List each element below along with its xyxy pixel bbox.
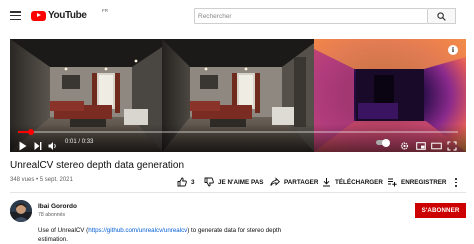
next-icon [34, 142, 42, 150]
like-button[interactable]: 3 [177, 177, 195, 187]
more-actions-icon[interactable] [455, 178, 458, 187]
fullscreen-button[interactable] [447, 138, 457, 151]
share-button[interactable]: PARTAGER [270, 177, 318, 187]
download-icon [323, 178, 330, 187]
miniplayer-icon [416, 142, 426, 150]
save-button[interactable]: ENREGISTRER [387, 177, 446, 187]
download-button[interactable]: TÉLÉCHARGER [322, 177, 383, 187]
video-title: UnrealCV stereo depth data generation [10, 160, 185, 171]
country-code: FR [102, 8, 108, 13]
youtube-logo-icon [31, 10, 46, 21]
time-total: 0:33 [81, 139, 94, 145]
volume-button[interactable] [48, 138, 58, 150]
add-to-playlist-icon [388, 178, 397, 187]
menu-icon[interactable] [10, 11, 21, 20]
volume-icon [48, 142, 56, 150]
info-icon[interactable]: i [448, 45, 458, 55]
logo-text: YouTube [48, 10, 87, 21]
divider [10, 192, 466, 193]
share-label: PARTAGER [284, 178, 319, 186]
video-meta: 348 vues • 5 sept. 2021 [10, 177, 73, 183]
subscribe-button[interactable]: S'ABONNER [415, 203, 466, 218]
subscriber-count: 78 abonnés [38, 212, 66, 218]
video-description: Use of UnrealCV (https://github.com/unre… [38, 226, 298, 244]
search-icon [437, 12, 446, 21]
thumbs-up-icon [177, 177, 187, 187]
controls-shade [10, 124, 466, 152]
play-button[interactable] [19, 138, 27, 151]
youtube-logo[interactable]: YouTube FR [31, 8, 108, 21]
publish-date: 5 sept. 2021 [39, 177, 73, 183]
settings-button[interactable] [400, 138, 409, 150]
video-player[interactable]: i 0:01 / 0:33 [10, 39, 466, 152]
channel-name[interactable]: Ibai Gorordo [38, 203, 77, 210]
fullscreen-icon [447, 141, 457, 151]
time-display: 0:01 / 0:33 [65, 139, 93, 145]
time-current: 0:01 [65, 139, 77, 145]
progress-bar[interactable] [18, 129, 458, 135]
channel-avatar[interactable] [10, 200, 32, 222]
share-icon [270, 177, 280, 186]
thumbs-down-icon [204, 177, 214, 187]
search-box [194, 8, 429, 24]
next-button[interactable] [34, 138, 42, 150]
like-count: 3 [191, 178, 195, 186]
description-link[interactable]: https://github.com/unrealcv/unrealcv [88, 227, 187, 234]
play-icon [19, 141, 27, 151]
autoplay-toggle[interactable] [376, 138, 390, 147]
dislike-button[interactable]: JE N'AIME PAS [204, 177, 263, 187]
theater-button[interactable] [431, 138, 442, 150]
save-label: ENREGISTRER [401, 178, 447, 186]
masthead: YouTube FR [0, 0, 474, 32]
theater-icon [431, 142, 442, 150]
miniplayer-button[interactable] [416, 138, 426, 150]
search-input[interactable] [195, 9, 429, 23]
view-count: 348 vues [10, 177, 35, 183]
dislike-label: JE N'AIME PAS [218, 178, 264, 186]
settings-icon [400, 142, 409, 150]
description-prefix: Use of UnrealCV ( [38, 227, 89, 234]
search-button[interactable] [428, 8, 456, 24]
download-label: TÉLÉCHARGER [335, 178, 383, 186]
